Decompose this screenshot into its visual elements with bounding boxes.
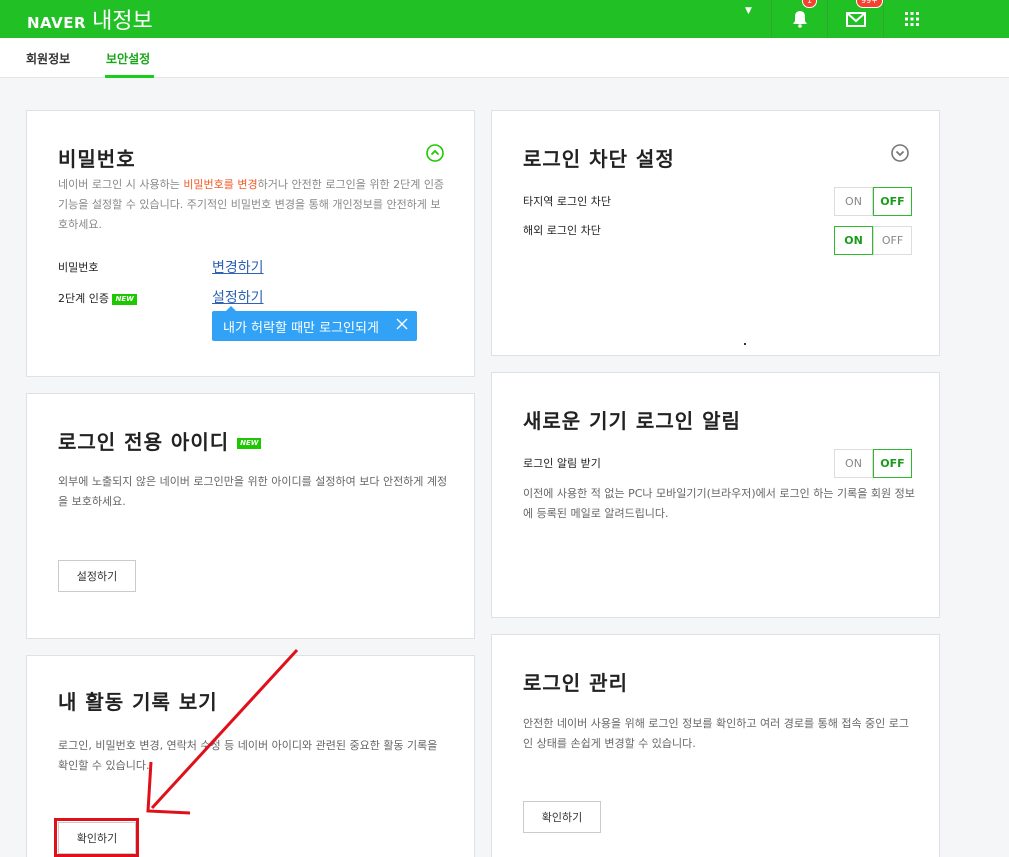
annotation-highlight-box [54, 818, 139, 857]
bell-icon [792, 11, 807, 28]
other-region-block-label: 타지역 로그인 차단 [523, 195, 611, 208]
login-block-card: 로그인 차단 설정 타지역 로그인 차단 ON OFF 해외 로그인 차단 ON… [491, 110, 940, 356]
login-only-id-title-text: 로그인 전용 아이디 [58, 430, 230, 454]
login-block-title: 로그인 차단 설정 [523, 147, 675, 171]
login-only-id-card: 로그인 전용 아이디 NEW 외부에 노출되지 않은 네이버 로그인만을 위한 … [26, 393, 475, 639]
login-only-id-description: 외부에 노출되지 않은 네이버 로그인만을 위한 아이디를 설정하여 보다 안전… [58, 475, 448, 508]
password-label: 비밀번호 [58, 261, 99, 274]
naver-logo[interactable]: NAVER 내정보 [27, 3, 153, 35]
desc-text: 네이버 로그인 시 사용하는 [58, 178, 184, 191]
tooltip-text: 내가 허락할 때만 로그인되게 [223, 320, 379, 336]
login-alert-label: 로그인 알림 받기 [523, 457, 601, 470]
password-card-description: 네이버 로그인 시 사용하는 비밀번호를 변경하거나 안전한 로그인을 위한 2… [58, 175, 450, 235]
login-management-description: 안전한 네이버 사용을 위해 로그인 정보를 확인하고 여러 경로를 통해 접속… [523, 717, 910, 750]
notification-count-badge: 1 [802, 0, 818, 8]
new-device-alert-description: 이전에 사용한 적 없는 PC나 모바일기기(브라우저)에서 로그인 하는 기록… [523, 487, 915, 520]
tab-bar: 회원정보 보안설정 [0, 38, 1009, 78]
tab-security-settings[interactable]: 보안설정 [106, 50, 150, 67]
toggle-off[interactable]: OFF [873, 226, 912, 255]
stray-dot [744, 343, 746, 345]
mail-button[interactable]: 99+ [827, 0, 883, 38]
change-password-link[interactable]: 변경하기 [212, 257, 264, 277]
login-alert-toggle[interactable]: ON OFF [834, 449, 912, 478]
mail-icon [845, 11, 866, 27]
two-step-tooltip: 내가 허락할 때만 로그인되게 [212, 306, 417, 341]
password-card-title: 비밀번호 [58, 147, 136, 171]
toggle-off[interactable]: OFF [873, 449, 912, 478]
overseas-block-label: 해외 로그인 차단 [523, 224, 601, 237]
new-device-alert-card: 새로운 기기 로그인 알림 로그인 알림 받기 ON OFF 이전에 사용한 적… [491, 372, 940, 618]
other-region-block-toggle[interactable]: ON OFF [834, 187, 912, 216]
desc-highlight: 비밀번호를 변경 [183, 178, 258, 191]
toggle-off[interactable]: OFF [873, 187, 912, 216]
top-bar: NAVER 내정보 ▼ 1 99+ [0, 0, 1009, 38]
new-badge: NEW [112, 293, 137, 305]
grid-icon [904, 12, 919, 26]
two-step-auth-label: 2단계 인증 NEW [58, 290, 137, 306]
tab-member-info[interactable]: 회원정보 [26, 50, 70, 67]
two-step-auth-text: 2단계 인증 [58, 292, 109, 305]
login-management-title: 로그인 관리 [523, 671, 628, 695]
toggle-on[interactable]: ON [834, 449, 873, 478]
active-tab-indicator [105, 75, 154, 78]
brand-name: NAVER [27, 14, 87, 32]
notification-button[interactable]: 1 [771, 0, 827, 38]
apps-menu-button[interactable] [883, 0, 939, 38]
activity-log-description: 로그인, 비밀번호 변경, 연락처 수정 등 네이버 아이디와 관련된 중요한 … [58, 739, 438, 772]
login-only-id-title: 로그인 전용 아이디 NEW [58, 426, 262, 455]
chevron-down-circle-icon[interactable] [891, 144, 909, 162]
chevron-down-icon[interactable]: ▼ [745, 6, 752, 16]
setup-login-only-id-button[interactable]: 설정하기 [58, 560, 136, 592]
new-device-alert-title: 새로운 기기 로그인 알림 [523, 409, 741, 433]
login-management-button[interactable]: 확인하기 [523, 801, 601, 833]
setup-two-step-link[interactable]: 설정하기 [212, 287, 264, 307]
page-title: 내정보 [92, 9, 153, 34]
toggle-on[interactable]: ON [834, 226, 873, 255]
login-management-card: 로그인 관리 안전한 네이버 사용을 위해 로그인 정보를 확인하고 여러 경로… [491, 634, 940, 857]
activity-log-title: 내 활동 기록 보기 [58, 690, 218, 714]
mail-count-badge: 99+ [856, 0, 883, 8]
toggle-on[interactable]: ON [834, 187, 873, 216]
new-badge: NEW [237, 438, 262, 449]
close-icon[interactable] [396, 318, 408, 330]
chevron-up-circle-icon[interactable] [426, 144, 444, 162]
overseas-block-toggle[interactable]: ON OFF [834, 226, 912, 255]
